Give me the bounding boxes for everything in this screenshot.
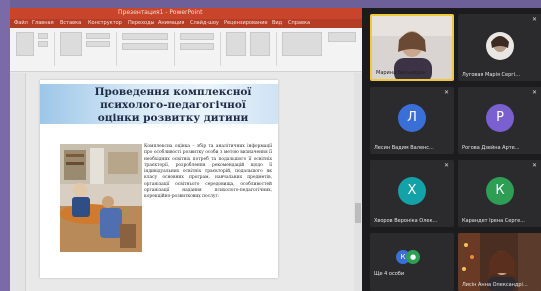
ribbon-separator (116, 32, 117, 66)
mic-muted-icon: ✕ (532, 89, 538, 96)
avatar: Х (398, 177, 426, 205)
mic-muted-icon: ✕ (532, 162, 538, 169)
more-participants-label: Ще 4 особи (374, 271, 405, 277)
window-title: Презентация1 - PowerPoint (118, 9, 203, 16)
powerpoint-window: Презентация1 - PowerPoint Файл Главная В… (10, 8, 362, 291)
avatar: К (486, 177, 514, 205)
tab-transitions[interactable]: Переходы (128, 20, 155, 26)
vertical-scrollbar[interactable] (354, 73, 362, 291)
ribbon (10, 28, 362, 72)
participant-tile[interactable]: Р ✕ Рогова Дзейна Арте... (458, 87, 541, 154)
shapes-button[interactable] (226, 32, 246, 56)
participant-name: Лесин Вадим Валенс... (374, 145, 434, 151)
video-feed (458, 14, 541, 81)
ribbon-tabs: Файл Главная Вставка Конструктор Переход… (10, 19, 362, 28)
align-buttons[interactable] (180, 43, 214, 50)
mic-muted-icon: ✕ (444, 89, 450, 96)
participant-name: Хворов Вероніка Олек... (374, 218, 438, 224)
paragraph-buttons[interactable] (180, 33, 214, 40)
tab-design[interactable]: Конструктор (88, 20, 122, 26)
font-style-buttons[interactable] (122, 43, 168, 50)
avatar: Л (398, 104, 426, 132)
font-select[interactable] (122, 33, 168, 40)
reset-button[interactable] (86, 41, 110, 47)
ribbon-separator (220, 32, 221, 66)
participant-name: Марина Бельведон (376, 70, 427, 76)
ribbon-separator (276, 32, 277, 66)
slide-title: Проведення комплексної психолого-педагог… (94, 86, 252, 124)
tab-insert[interactable]: Вставка (60, 20, 81, 26)
participant-name: Карандет Ірена Серге... (462, 218, 526, 224)
avatar-group-icon: ● (406, 250, 420, 264)
participant-tile[interactable]: Л ✕ Лесин Вадим Валенс... (370, 87, 454, 154)
slide-photo (60, 144, 142, 252)
avatar: Р (486, 104, 514, 132)
tab-view[interactable]: Вид (272, 20, 282, 26)
participant-tile[interactable]: Х ✕ Хворов Вероніка Олек... (370, 160, 454, 227)
frame-left (0, 0, 10, 291)
participant-tile[interactable]: ⋯ Марина Бельведон (370, 14, 454, 81)
slide-body-text: Комплексна оцінка – збір та аналітичних … (144, 144, 272, 200)
more-options-icon[interactable]: ⋯ (442, 19, 448, 25)
tab-animations[interactable]: Анимация (158, 20, 184, 26)
participant-name: Луговая Марія Сергі... (462, 72, 521, 78)
cut-button[interactable] (38, 33, 48, 39)
participant-tile[interactable]: ✕ Луговая Марія Сергі... (458, 14, 541, 81)
paste-button[interactable] (16, 32, 34, 56)
slide-thumbnail-pane[interactable] (10, 73, 26, 291)
share-button[interactable] (328, 32, 356, 42)
more-participants-tile[interactable]: К ● Ще 4 особи (370, 233, 454, 291)
arrange-button[interactable] (250, 32, 270, 56)
slide-canvas[interactable]: Проведення комплексної психолого-педагог… (40, 80, 278, 278)
title-bar: Презентация1 - PowerPoint (10, 8, 362, 19)
participant-tile[interactable]: К ✕ Карандет Ірена Серге... (458, 160, 541, 227)
new-slide-button[interactable] (60, 32, 82, 56)
mic-muted-icon: ✕ (444, 162, 450, 169)
ribbon-separator (174, 32, 175, 66)
scrollbar-thumb[interactable] (355, 203, 361, 223)
layout-button[interactable] (86, 33, 110, 39)
tab-review[interactable]: Рецензирование (224, 20, 268, 26)
tab-help[interactable]: Справка (288, 20, 310, 26)
tab-home[interactable]: Главная (32, 20, 54, 26)
tab-slideshow[interactable]: Слайд-шоу (190, 20, 219, 26)
participant-name: Лисін Анна Олександрі... (462, 282, 528, 288)
tab-file[interactable]: Файл (14, 20, 28, 26)
mic-muted-icon: ✕ (532, 16, 538, 23)
copy-button[interactable] (38, 41, 48, 47)
designer-button[interactable] (282, 32, 322, 56)
participant-tile[interactable]: Лисін Анна Олександрі... (458, 233, 541, 291)
ribbon-separator (54, 32, 55, 66)
participant-name: Рогова Дзейна Арте... (462, 145, 520, 151)
